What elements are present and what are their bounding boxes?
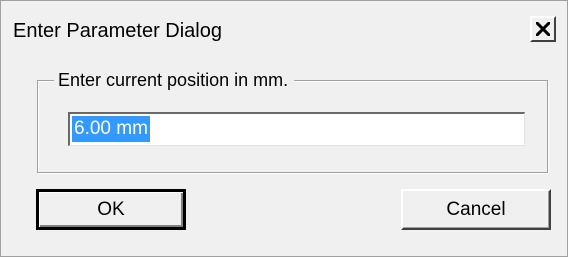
groupbox-legend: Enter current position in mm.	[54, 70, 295, 90]
ok-button-label: OK	[97, 198, 125, 220]
cancel-button[interactable]: Cancel	[401, 189, 551, 230]
position-input-value: 6.00 mm	[72, 116, 150, 142]
ok-button[interactable]: OK	[36, 189, 186, 230]
title-bar[interactable]: Enter Parameter Dialog	[1, 1, 567, 51]
close-button[interactable]	[530, 16, 556, 42]
dialog-title: Enter Parameter Dialog	[13, 20, 222, 42]
close-icon	[536, 22, 550, 36]
cancel-button-label: Cancel	[446, 198, 506, 220]
position-input[interactable]: 6.00 mm	[68, 112, 525, 146]
parameter-dialog: Enter Parameter Dialog Enter current pos…	[0, 0, 568, 257]
